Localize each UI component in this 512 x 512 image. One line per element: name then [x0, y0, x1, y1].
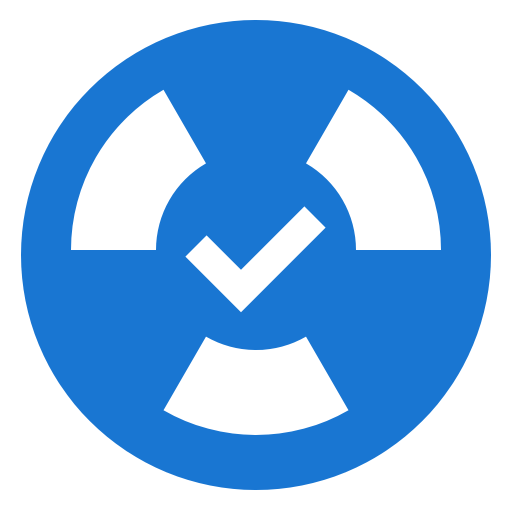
- radiation-check-icon: [21, 20, 491, 490]
- app-icon-canvas: [0, 0, 512, 512]
